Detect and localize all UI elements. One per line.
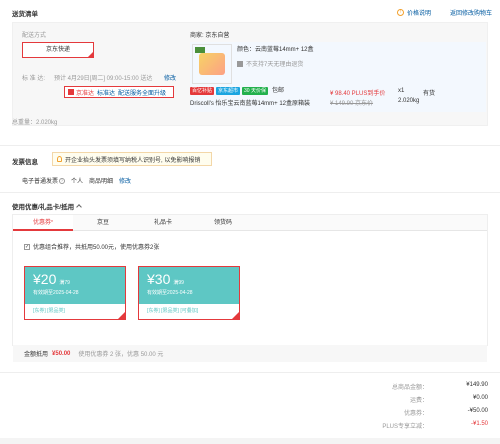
- summary-value: ¥149.90: [466, 382, 488, 388]
- tag-price-protect: 30 天价保: [242, 87, 268, 95]
- product-weight: 2.020kg: [398, 98, 420, 104]
- bulb-icon: [57, 156, 62, 162]
- no-return-text: 不支持7天无理由退货: [246, 62, 304, 68]
- delivery-method-button[interactable]: 京东快递: [22, 42, 94, 58]
- no-return-icon: [237, 60, 243, 67]
- selected-corner-icon: [232, 312, 239, 319]
- coupons-title: 使用优惠/礼品卡/抵用: [12, 204, 75, 211]
- upgrade-text-desc: 配送服务全面升级: [118, 90, 167, 97]
- summary-value: -¥50.00: [467, 408, 488, 414]
- summary-value: ¥0.00: [472, 395, 488, 401]
- coupon-card[interactable]: ¥30 满99 有效期至2025-04-28 [东券] [限品类] [可叠加]: [138, 266, 240, 320]
- back-to-cart-link[interactable]: 返回修改购物车: [450, 8, 492, 17]
- selected-corner-icon: [118, 312, 125, 319]
- tab-coupons[interactable]: 优惠券*: [13, 215, 73, 231]
- standard-label: 标 准 达:: [22, 76, 46, 82]
- jzd-icon: [68, 89, 74, 95]
- divider: [0, 145, 500, 146]
- summary-label: 优惠券：: [403, 411, 428, 417]
- summary-value: -¥1.50: [470, 421, 488, 427]
- divider: [0, 192, 500, 193]
- tab-gift-card[interactable]: 礼品卡: [133, 215, 193, 231]
- chevron-up-icon[interactable]: [76, 204, 82, 210]
- summary-label: PLUS专享立减：: [382, 424, 428, 430]
- upgrade-tag: 京准达: [76, 90, 95, 97]
- product-quantity: x1: [398, 88, 405, 94]
- divider: [0, 372, 500, 373]
- selected-corner-icon: [88, 52, 93, 57]
- product-original-price: ¥ 149.90 京东价: [330, 101, 374, 107]
- price-note-link[interactable]: 价格说明: [407, 8, 431, 17]
- summary-label: 总商品金额：: [391, 385, 428, 391]
- total-weight: 总重量：2.020kg: [12, 120, 58, 126]
- coupon-expire: 有效期至2025-04-28: [33, 290, 79, 296]
- product-stock: 有货: [423, 91, 436, 97]
- recommend-checkbox[interactable]: ✓: [24, 243, 30, 250]
- order-summary: 总商品金额： ¥149.90 运费： ¥0.00 优惠券： -¥50.00 PL…: [300, 382, 488, 434]
- tag-subsidy: 百亿补贴: [190, 87, 215, 95]
- invoice-title: 发票信息: [12, 159, 38, 166]
- tag-free-shipping: 包邮: [271, 88, 284, 94]
- coupon-amount: ¥20: [33, 271, 57, 287]
- upgrade-banner[interactable]: 京准达 标准达 配送服务全面升级: [64, 86, 174, 98]
- invoice-modify-link[interactable]: 修改: [119, 176, 131, 185]
- invoice-type: 电子普通发票: [22, 179, 59, 185]
- coupon-expire: 有效期至2025-04-28: [147, 290, 193, 296]
- invoice-detail: 商品明细: [89, 179, 114, 185]
- coupon-tags: [东券] [限品类]: [33, 308, 65, 314]
- coupon-tags: [东券] [限品类] [可叠加]: [147, 308, 199, 314]
- coupon-card[interactable]: ¥20 满79 有效期至2025-04-28 [东券] [限品类]: [24, 266, 126, 320]
- page-title: 送货清单: [12, 11, 38, 18]
- summary-label: 运费：: [409, 398, 428, 404]
- coupon-condition: 满99: [173, 280, 184, 286]
- tag-supermarket: 京东超市: [216, 87, 241, 95]
- product-color: 颜色：云南蓝莓14mm+ 12盒: [237, 47, 314, 53]
- invoice-personal: 个人: [71, 179, 84, 185]
- shop-name: 商家: 京东自营: [190, 33, 230, 39]
- tab-redeem-code[interactable]: 领货码: [193, 215, 253, 231]
- product-image[interactable]: [192, 44, 232, 84]
- delivery-method-label: 配送方式: [22, 33, 47, 39]
- info-icon: !: [397, 9, 404, 16]
- invoice-notice: 开企业抬头发票须填写纳税人识别号, 以免影响报销: [52, 152, 212, 166]
- tab-jingdou[interactable]: 京豆: [73, 215, 133, 231]
- help-icon[interactable]: ?: [59, 177, 66, 184]
- coupon-summary-text: 使用优惠券 2 张，优惠 50.00 元: [78, 352, 164, 358]
- upgrade-text-standard: 标准达: [97, 90, 116, 97]
- standard-modify-link[interactable]: 修改: [164, 73, 176, 82]
- coupon-condition: 满79: [59, 280, 70, 286]
- coupon-summary-amount: ¥50.00: [52, 350, 71, 357]
- coupon-amount: ¥30: [147, 271, 171, 287]
- footer-bar: [0, 438, 500, 444]
- product-price: ¥ 98.40 PLUS到手价: [330, 91, 386, 97]
- coupon-summary: 金额抵用 ¥50.00 使用优惠券 2 张，优惠 50.00 元: [13, 345, 487, 362]
- standard-time: 预计 4月29日[周二] 09:00-15:00 送达: [54, 76, 153, 82]
- recommend-text: 优惠组合推荐，共抵用50.00元，使用优惠券2张: [33, 245, 160, 251]
- product-name[interactable]: Driscoll's 怡乐宝云南蓝莓14mm+ 12盒原箱装: [190, 98, 330, 107]
